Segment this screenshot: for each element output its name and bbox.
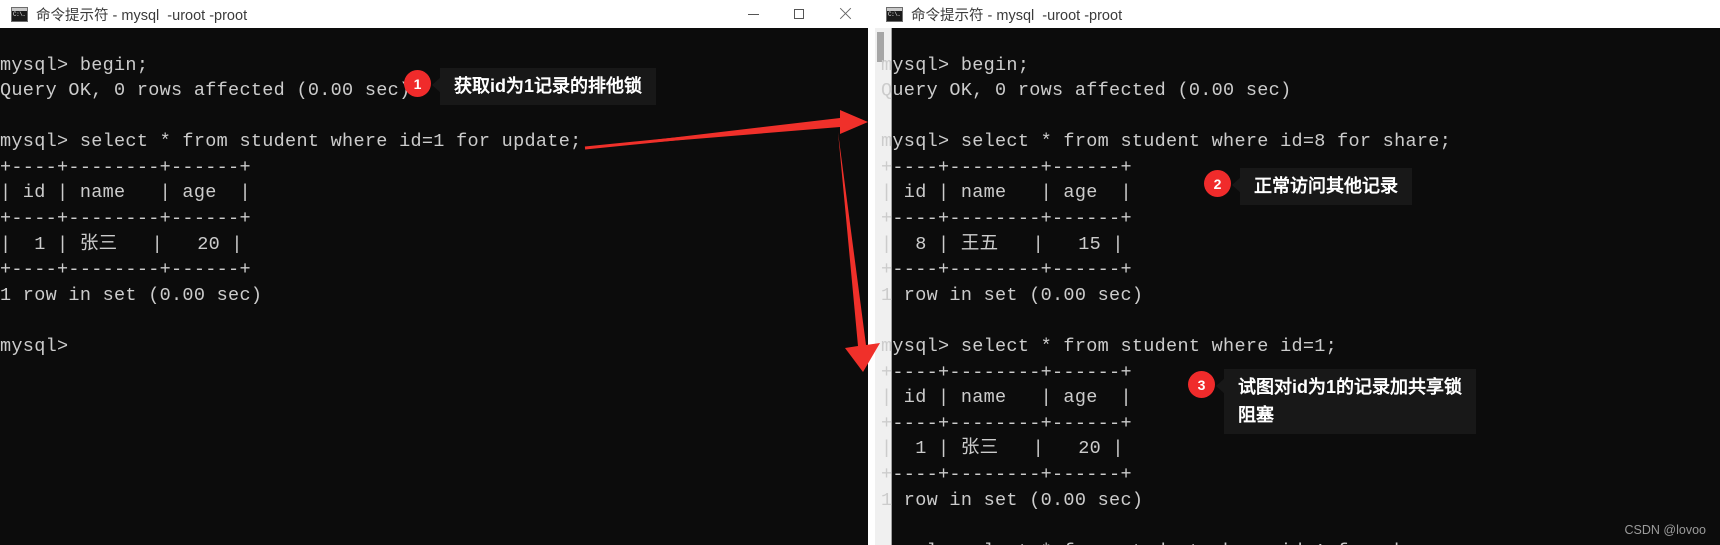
cmd-window-right: 命令提示符 - mysql -uroot -proot mysql> begin…: [875, 0, 1720, 545]
callout-1: 1 获取id为1记录的排他锁: [404, 68, 657, 105]
minimize-icon: [747, 13, 759, 15]
callout-2: 2 正常访问其他记录: [1204, 168, 1412, 205]
cmd-icon: [11, 6, 28, 22]
cmd-icon: [886, 6, 903, 22]
callout-badge-1: 1: [404, 70, 431, 97]
maximize-button[interactable]: [776, 0, 822, 28]
maximize-icon: [794, 9, 804, 19]
titlebar-left[interactable]: 命令提示符 - mysql -uroot -proot: [0, 0, 868, 28]
close-button[interactable]: [822, 0, 868, 28]
callout-text-3: 试图对id为1的记录加共享锁 阻塞: [1215, 369, 1477, 434]
minimize-button[interactable]: [730, 0, 776, 28]
console-left[interactable]: mysql> begin; Query OK, 0 rows affected …: [0, 28, 868, 545]
callout-text-1: 获取id为1记录的排他锁: [431, 68, 657, 105]
close-icon: [839, 8, 851, 20]
terminal-output-right: mysql> begin; Query OK, 0 rows affected …: [881, 54, 1452, 545]
watermark: CSDN @lovoo: [1624, 523, 1706, 537]
screenshot-root: 命令提示符 - mysql -uroot -proot mysql> begin…: [0, 0, 1720, 545]
window-title-right: 命令提示符 - mysql -uroot -proot: [911, 7, 1123, 24]
window-gap: [868, 0, 875, 545]
window-title-left: 命令提示符 - mysql -uroot -proot: [36, 7, 248, 24]
callout-3: 3 试图对id为1的记录加共享锁 阻塞: [1188, 369, 1477, 434]
callout-badge-2: 2: [1204, 170, 1231, 197]
titlebar-right[interactable]: 命令提示符 - mysql -uroot -proot: [875, 0, 1720, 28]
callout-badge-3: 3: [1188, 371, 1215, 398]
console-right[interactable]: mysql> begin; Query OK, 0 rows affected …: [875, 28, 1720, 545]
callout-text-2: 正常访问其他记录: [1232, 168, 1412, 205]
